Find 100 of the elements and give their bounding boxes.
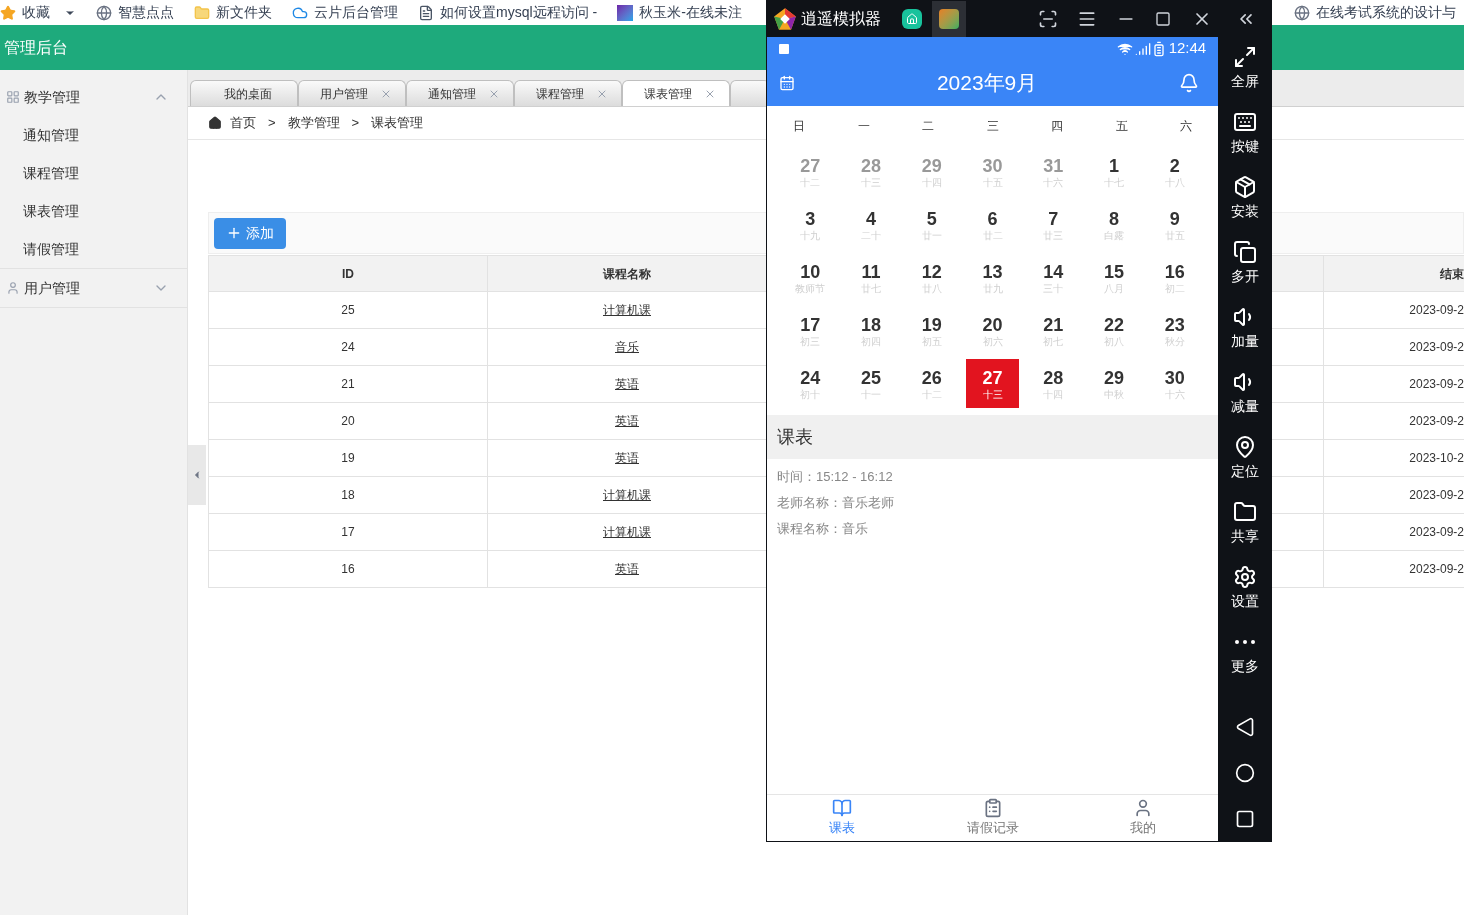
book-icon: [832, 798, 853, 819]
breadcrumb-link[interactable]: 课表管理: [371, 113, 424, 133]
star-icon: [0, 4, 16, 21]
more-icon: [1234, 640, 1255, 644]
schedule-detail: 课程名称：音乐: [777, 520, 869, 538]
home-tab-icon[interactable]: [902, 9, 922, 29]
table-cell-text: 2023-09-2: [1408, 413, 1464, 430]
sidebar-group[interactable]: 教学管理: [0, 78, 187, 116]
schedule-detail: 老师名称：音乐老师: [777, 494, 895, 512]
copy-icon: [1232, 240, 1257, 264]
bell-icon[interactable]: [1179, 73, 1200, 93]
bookmark-link[interactable]: 收藏: [0, 2, 76, 23]
breadcrumb-separator: >: [351, 114, 360, 133]
table-cell: 18: [209, 477, 488, 513]
keyboard-icon: [1232, 110, 1257, 134]
fullscreen-icon: [1232, 45, 1257, 69]
globe-icon: [96, 4, 112, 21]
home-icon: [208, 116, 222, 130]
screenshot-icon[interactable]: [1038, 9, 1058, 29]
month-title: 2023年9月: [935, 70, 1039, 97]
sidebar-item[interactable]: 课程管理: [0, 154, 187, 192]
course-link[interactable]: 计算机课: [603, 301, 651, 319]
menu-icon[interactable]: [1077, 9, 1097, 29]
toolbar-button[interactable]: 更多: [1219, 628, 1270, 693]
package-icon: [1232, 175, 1257, 199]
nav-tab[interactable]: 我的: [1067, 795, 1219, 841]
table-cell-text: 2023-09-2: [1408, 524, 1464, 541]
weekday-label: 五: [1114, 117, 1129, 135]
nav-tab[interactable]: 课表: [767, 795, 918, 841]
app-icon: [617, 4, 634, 21]
table-cell: 21: [209, 366, 488, 402]
toolbar-button[interactable]: 安装: [1219, 173, 1270, 238]
column-header: ID: [209, 256, 488, 291]
toolbar-button[interactable]: 定位: [1219, 433, 1270, 498]
schedule-detail: 时间：15:12 - 16:12: [777, 468, 894, 486]
logo-icon: [773, 7, 797, 31]
collapse-handle[interactable]: [188, 445, 206, 505]
bookmark-link[interactable]: 智慧点点: [96, 2, 174, 23]
course-link[interactable]: 英语: [615, 412, 639, 430]
app-title: 管理后台: [4, 37, 68, 58]
toolbar-button[interactable]: 加量: [1219, 303, 1270, 368]
course-link[interactable]: 英语: [615, 375, 639, 393]
recents-icon[interactable]: [1234, 809, 1255, 829]
calendar-day[interactable]: 27 十三: [966, 359, 1019, 408]
user-icon: [1133, 798, 1153, 819]
table-cell: 25: [209, 292, 488, 328]
page-icon: [418, 4, 434, 21]
table-cell: 17: [209, 514, 488, 550]
sidebar-item[interactable]: 通知管理: [0, 116, 187, 154]
weekday-label: 日: [792, 117, 807, 135]
weekday-label: 六: [1178, 117, 1193, 135]
column-header: 结束: [1439, 265, 1464, 283]
weekday-label: 二: [921, 117, 936, 135]
table-cell-text: 2023-09-2: [1408, 561, 1464, 578]
tab[interactable]: 我的桌面: [190, 80, 298, 106]
breadcrumb-link[interactable]: 教学管理: [287, 113, 340, 133]
sidebar-group[interactable]: 用户管理: [0, 269, 187, 307]
group-label: 教学管理: [24, 87, 81, 107]
tab[interactable]: 课表管理: [622, 80, 730, 106]
back-icon[interactable]: [1234, 717, 1255, 737]
bookmark-link[interactable]: 新文件夹: [194, 2, 272, 23]
status-time: 12:44: [1168, 38, 1207, 59]
home-icon[interactable]: [1234, 763, 1255, 783]
toolbar-button[interactable]: 全屏: [1219, 43, 1270, 108]
nav-tab[interactable]: 请假记录: [917, 795, 1068, 841]
weekday-label: 三: [985, 117, 1000, 135]
bookmark-link[interactable]: 秋玉米-在线未注: [617, 2, 742, 23]
course-link[interactable]: 音乐: [615, 338, 639, 356]
bookmark-link[interactable]: 在线考试系统的设计与: [1294, 2, 1456, 23]
toolbar-button[interactable]: 共享: [1219, 498, 1270, 563]
course-link[interactable]: 计算机课: [603, 486, 651, 504]
bookmark-link[interactable]: 如何设置mysql远程访问 -: [418, 2, 598, 23]
tab[interactable]: 用户管理: [298, 80, 406, 106]
table-cell: 24: [209, 329, 488, 365]
course-link[interactable]: 英语: [615, 560, 639, 578]
toolbar-button[interactable]: 减量: [1219, 368, 1270, 433]
user-icon: [6, 281, 20, 295]
signal-icon: [1134, 40, 1151, 57]
maximize-icon[interactable]: [1155, 11, 1171, 27]
toolbar-button[interactable]: 设置: [1219, 563, 1270, 628]
folder-icon: [1232, 500, 1257, 524]
notification-icon: [779, 43, 789, 54]
table-cell-text: 2023-09-2: [1408, 302, 1464, 319]
plus-icon: [226, 225, 242, 241]
bookmark-link[interactable]: 云片后台管理: [292, 2, 398, 23]
table-cell: 20: [209, 403, 488, 439]
grid-icon: [6, 90, 20, 104]
app-tab-icon[interactable]: [932, 1, 966, 37]
breadcrumb-link[interactable]: 首页: [230, 113, 256, 133]
emulator-title: 逍遥模拟器: [801, 9, 881, 29]
table-cell-text: 2023-09-2: [1408, 376, 1464, 393]
calendar-icon[interactable]: [779, 75, 795, 91]
sidebar-item[interactable]: 请假管理: [0, 230, 187, 268]
toolbar-button[interactable]: 按键: [1219, 108, 1270, 173]
course-link[interactable]: 计算机课: [603, 523, 651, 541]
tab[interactable]: 通知管理: [406, 80, 514, 106]
course-link[interactable]: 英语: [615, 449, 639, 467]
toolbar-button[interactable]: 多开: [1219, 238, 1270, 303]
tab[interactable]: 课程管理: [514, 80, 622, 106]
sidebar-item[interactable]: 课表管理: [0, 192, 187, 230]
